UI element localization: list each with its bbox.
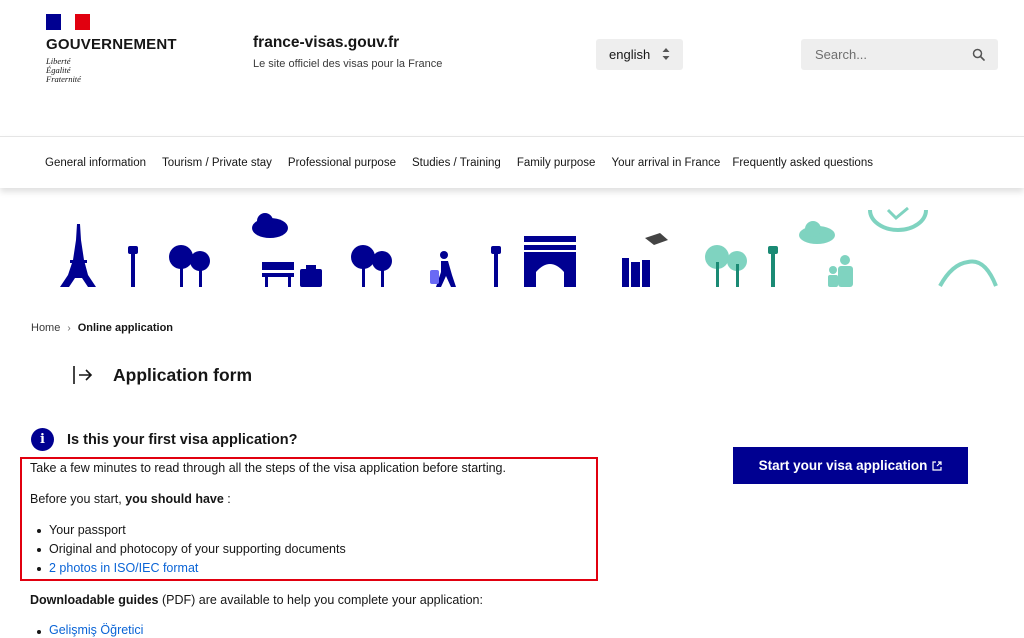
chevron-right-icon: ›	[67, 322, 71, 334]
family-icon	[828, 255, 853, 287]
intro-text: Take a few minutes to read through all t…	[30, 461, 506, 475]
briefcase-icon	[300, 265, 322, 287]
list-item: 2 photos in ISO/IEC format	[37, 559, 506, 578]
select-arrows-icon	[662, 48, 670, 60]
arrow-right-icon	[73, 366, 93, 384]
breadcrumb-home[interactable]: Home	[31, 322, 60, 334]
list-item: Gelişmiş Öğretici	[36, 623, 143, 637]
street-lamp-icon	[768, 246, 778, 287]
list-item: Your passport	[37, 521, 506, 540]
main-nav: General information Tourism / Private st…	[0, 136, 1024, 188]
hills-icon	[938, 259, 998, 287]
nav-studies-training[interactable]: Studies / Training	[412, 157, 501, 169]
search-input[interactable]	[815, 47, 965, 62]
nav-general-information[interactable]: General information	[45, 157, 146, 169]
bench-icon	[262, 262, 294, 287]
search-box[interactable]	[801, 39, 998, 70]
external-link-icon	[932, 460, 942, 471]
site-header: GOUVERNEMENT Liberté Égalité Fraternité …	[0, 0, 1024, 136]
gov-name: GOUVERNEMENT	[46, 36, 177, 53]
motto: Liberté Égalité Fraternité	[46, 56, 81, 84]
guide-link[interactable]: Gelişmiş Öğretici	[49, 623, 143, 637]
breadcrumb-current: Online application	[77, 322, 174, 334]
cloud-icon	[799, 221, 835, 244]
search-icon[interactable]	[972, 48, 985, 61]
arc-de-triomphe-icon	[524, 236, 576, 287]
language-value: english	[609, 47, 651, 62]
page-title-row: Application form	[72, 364, 252, 386]
french-flag-icon	[46, 14, 90, 30]
eiffel-tower-icon	[60, 224, 96, 287]
nav-tourism-private-stay[interactable]: Tourism / Private stay	[162, 157, 272, 169]
traveller-icon	[430, 251, 456, 287]
site-subtitle: Le site officiel des visas pour la Franc…	[253, 58, 443, 70]
nav-arrival-in-france[interactable]: Your arrival in France	[611, 157, 720, 169]
street-lamp-icon	[128, 246, 138, 287]
guides-list: Gelişmiş Öğretici	[36, 623, 143, 637]
trees-icon	[351, 245, 392, 287]
nav-family-purpose[interactable]: Family purpose	[517, 157, 596, 169]
before-start-text: Before you start, you should have :	[30, 492, 231, 506]
nav-faq[interactable]: Frequently asked questions	[732, 157, 873, 169]
photos-format-link[interactable]: 2 photos in ISO/IEC format	[49, 561, 198, 575]
books-icon	[622, 233, 668, 287]
nav-professional-purpose[interactable]: Professional purpose	[288, 157, 396, 169]
list-item: Original and photocopy of your supportin…	[37, 540, 506, 559]
government-logo[interactable]: GOUVERNEMENT Liberté Égalité Fraternité	[46, 14, 177, 84]
site-title[interactable]: france-visas.gouv.fr	[253, 34, 442, 52]
info-heading: Is this your first visa application?	[67, 431, 298, 448]
guides-text: Downloadable guides (PDF) are available …	[30, 593, 483, 607]
trees-icon	[169, 245, 210, 287]
language-select[interactable]: english	[596, 39, 683, 70]
requirements-list: Your passport Original and photocopy of …	[30, 521, 506, 578]
trees-icon	[705, 245, 747, 287]
info-content: Take a few minutes to read through all t…	[30, 460, 506, 578]
page-title: Application form	[113, 364, 253, 385]
street-lamp-icon	[491, 246, 501, 287]
site-identity[interactable]: france-visas.gouv.fr Le site officiel de…	[253, 34, 442, 70]
info-icon: i	[31, 428, 54, 451]
breadcrumb: Home › Online application	[31, 322, 173, 334]
illustration-banner	[60, 206, 998, 287]
stamp-icon	[868, 206, 928, 232]
start-visa-application-button[interactable]: Start your visa application	[733, 447, 968, 484]
info-heading-row: i Is this your first visa application?	[31, 428, 297, 451]
cloud-icon	[252, 213, 288, 238]
start-button-label: Start your visa application	[758, 458, 928, 473]
